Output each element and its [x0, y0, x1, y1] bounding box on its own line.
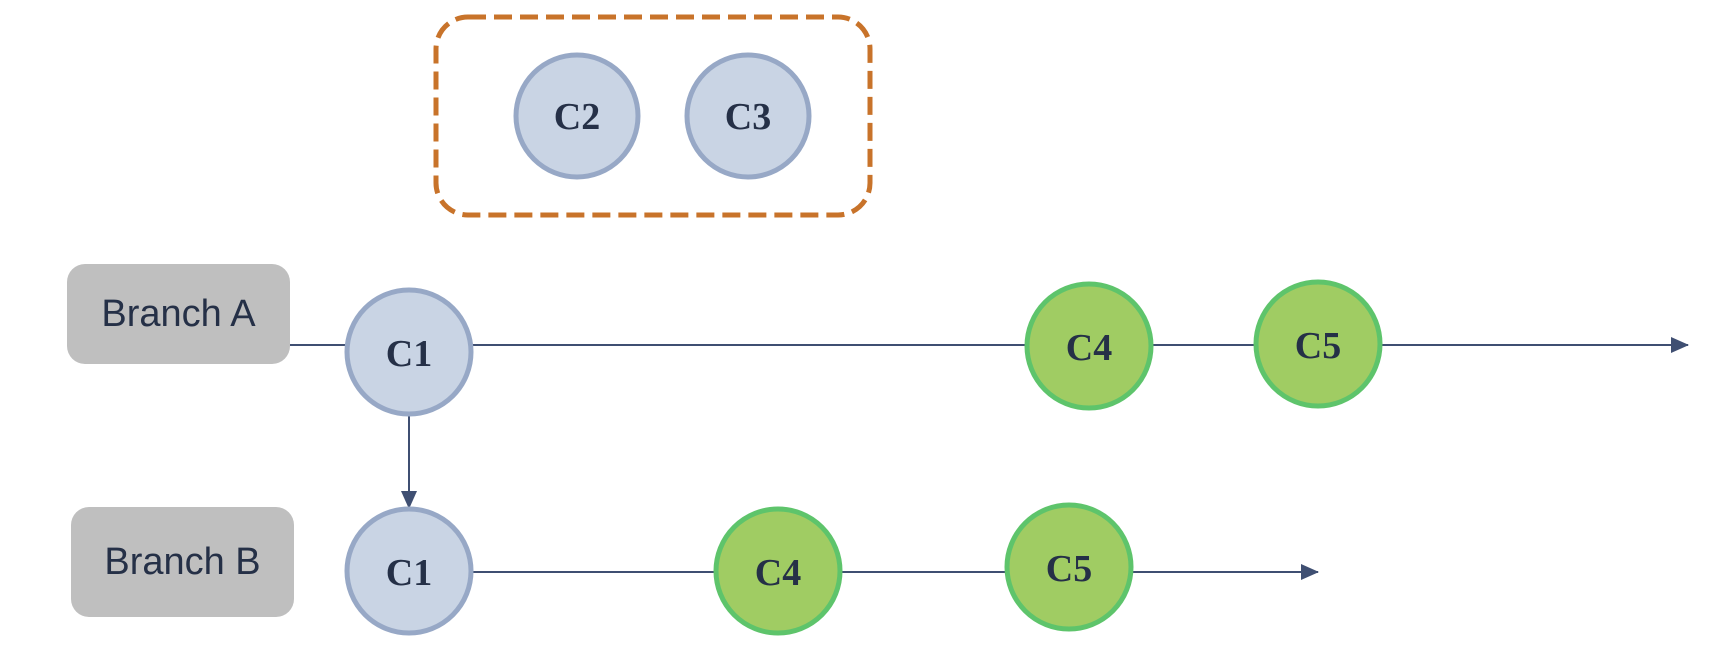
group-commit-c3[interactable]: C3 — [684, 52, 812, 180]
commit-label: C2 — [554, 96, 600, 138]
branch-a-commit-c5[interactable]: C5 — [1253, 279, 1383, 409]
commit-label: C1 — [386, 552, 432, 594]
branch-a-commit-c4[interactable]: C4 — [1024, 281, 1154, 411]
branch-a-commit-c1[interactable]: C1 — [344, 287, 474, 417]
group-commit-c2[interactable]: C2 — [513, 52, 641, 180]
commit-label: C4 — [755, 552, 801, 594]
commit-label: C4 — [1066, 327, 1112, 369]
commit-label: C1 — [386, 333, 432, 375]
branch-b-commit-c4[interactable]: C4 — [713, 506, 843, 636]
commit-label: C3 — [725, 96, 771, 138]
commit-label: C5 — [1046, 548, 1092, 590]
branch-b-commit-c1[interactable]: C1 — [344, 506, 474, 636]
commit-label: C5 — [1295, 325, 1341, 367]
branch-b-commit-c5[interactable]: C5 — [1004, 502, 1134, 632]
git-diagram: C2 C3 C1 C4 C5 C1 C4 C5 — [290, 14, 1689, 636]
